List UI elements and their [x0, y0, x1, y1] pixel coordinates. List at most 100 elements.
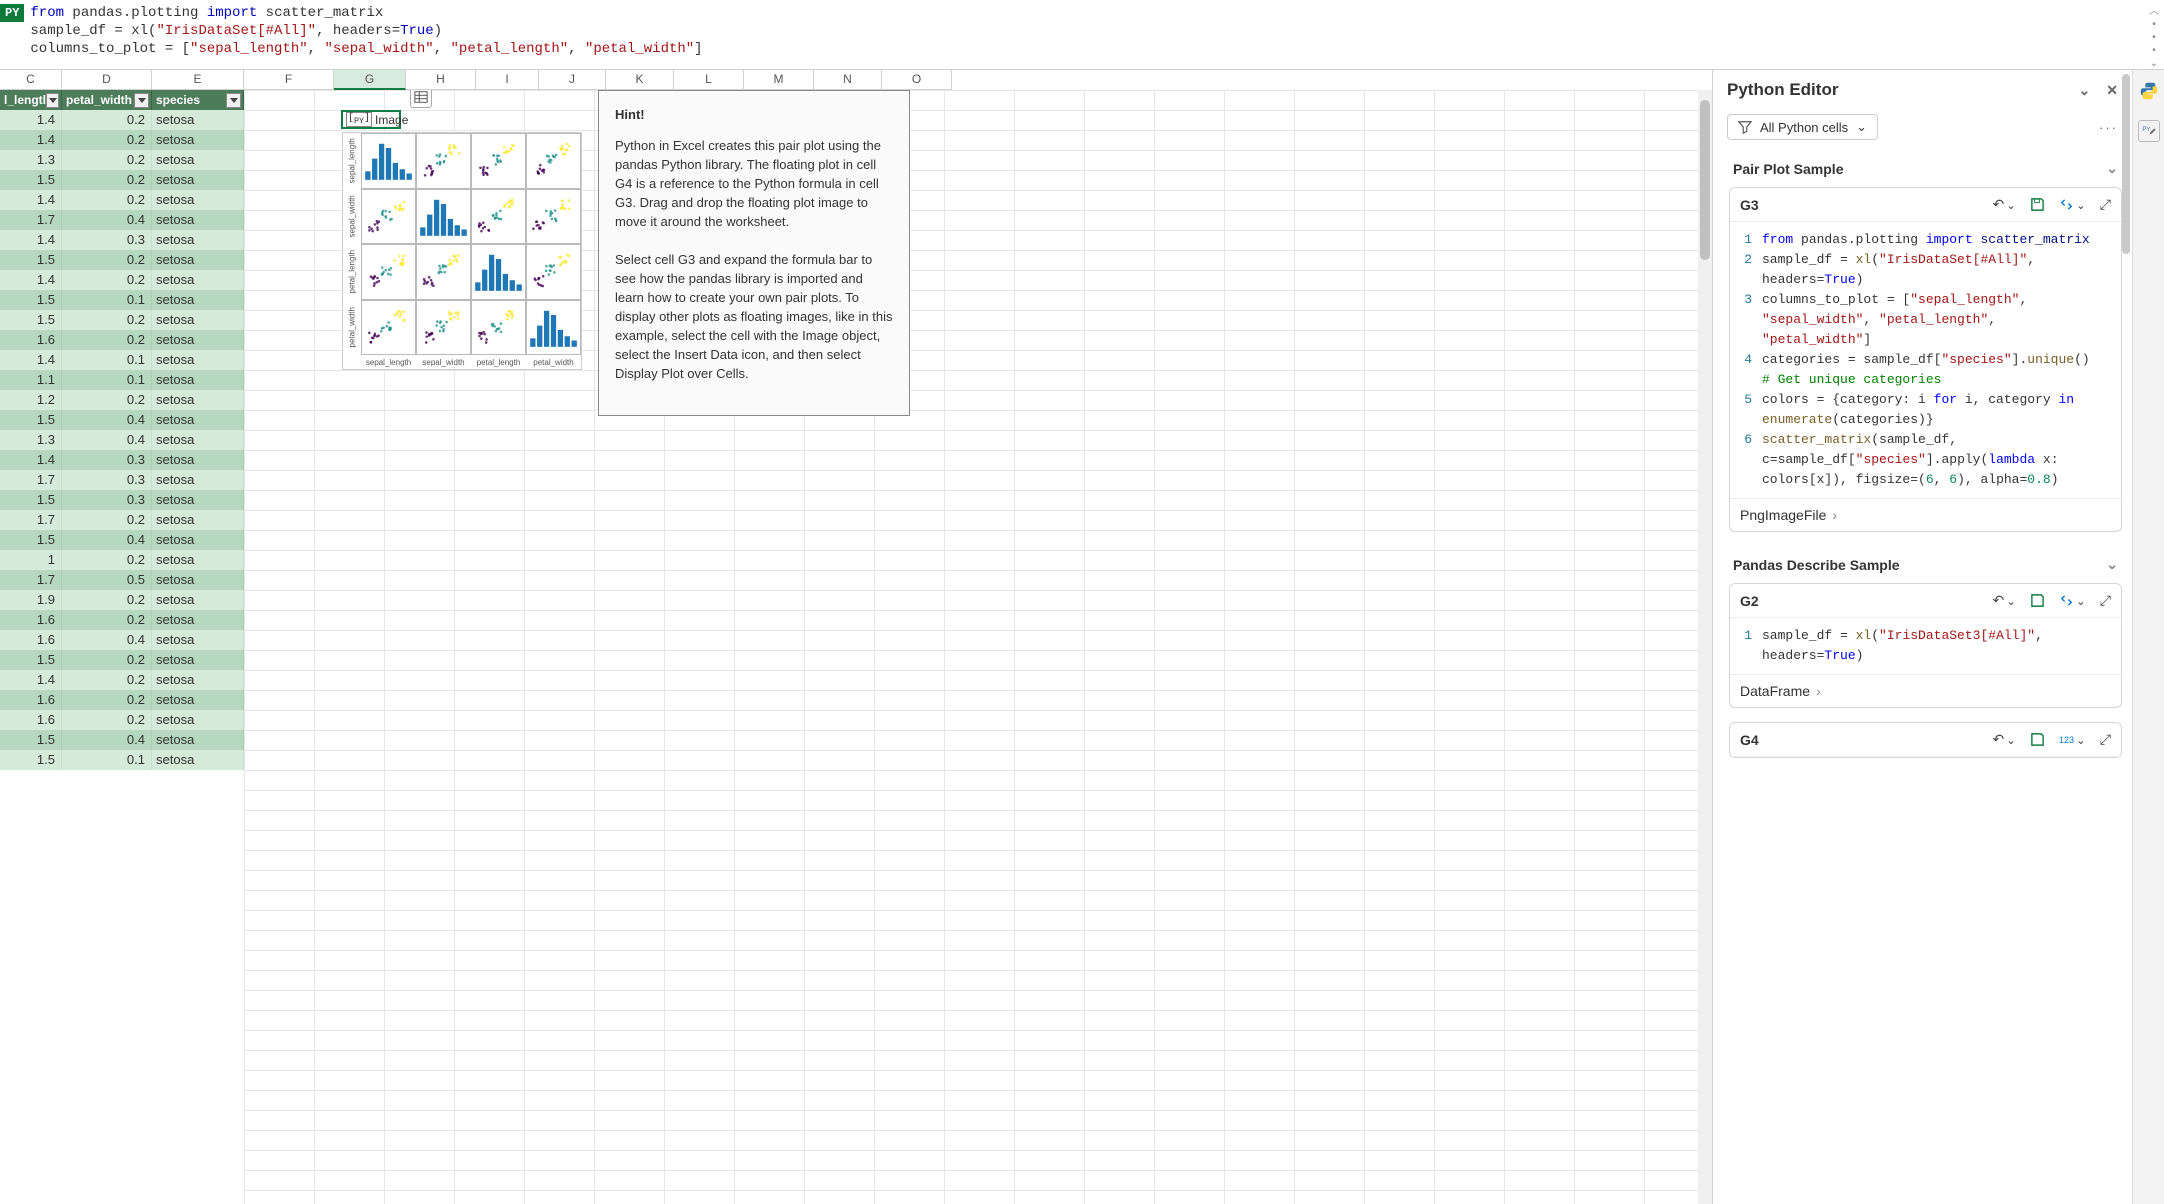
vertical-scrollbar[interactable]: [1698, 90, 1712, 1204]
table-row[interactable]: 1.50.1setosa: [0, 750, 244, 770]
code-editor[interactable]: 1sample_df = xl("IrisDataSet3[#All]", he…: [1730, 618, 2121, 674]
table-row[interactable]: 1.20.2setosa: [0, 390, 244, 410]
table-row[interactable]: 1.60.2setosa: [0, 610, 244, 630]
output-type-button[interactable]: ⌄: [2059, 593, 2086, 608]
panel-scrollbar[interactable]: [2122, 70, 2130, 1204]
more-options-icon[interactable]: ···: [2099, 120, 2118, 135]
table-row[interactable]: 1.50.3setosa: [0, 490, 244, 510]
save-button[interactable]: [2030, 593, 2045, 608]
undo-button[interactable]: ↶⌄: [1992, 731, 2016, 748]
code-card-g3: G3 ↶⌄ ⌄ ⤢ 1from pandas.plotting import s…: [1729, 187, 2122, 532]
table-row[interactable]: 1.60.2setosa: [0, 330, 244, 350]
table-row[interactable]: 10.2setosa: [0, 550, 244, 570]
table-row[interactable]: 1.50.4setosa: [0, 410, 244, 430]
column-header-n[interactable]: N: [814, 70, 882, 90]
scrollbar-thumb[interactable]: [1700, 100, 1710, 260]
table-row[interactable]: 1.40.2setosa: [0, 670, 244, 690]
column-header-l[interactable]: L: [674, 70, 744, 90]
hint-title: Hint!: [615, 105, 893, 124]
table-row[interactable]: 1.50.4setosa: [0, 730, 244, 750]
chevron-down-icon: ⌄: [2106, 160, 2118, 177]
table-row[interactable]: 1.40.2setosa: [0, 130, 244, 150]
python-cell-icon: [PY]: [346, 112, 372, 127]
table-row[interactable]: 1.70.4setosa: [0, 210, 244, 230]
filter-dropdown-icon[interactable]: [46, 93, 59, 108]
section-describe[interactable]: Pandas Describe Sample ⌄: [1729, 546, 2122, 583]
table-row[interactable]: 1.50.2setosa: [0, 170, 244, 190]
table-row[interactable]: 1.60.2setosa: [0, 690, 244, 710]
hint-paragraph-1: Python in Excel creates this pair plot u…: [615, 136, 893, 231]
table-row[interactable]: 1.70.5setosa: [0, 570, 244, 590]
code-editor[interactable]: 1from pandas.plotting import scatter_mat…: [1730, 222, 2121, 498]
section-pair-plot[interactable]: Pair Plot Sample ⌄: [1729, 150, 2122, 187]
undo-button[interactable]: ↶⌄: [1993, 592, 2017, 609]
output-type-button[interactable]: ⌄: [2059, 197, 2086, 212]
code-card-g2: G2 ↶⌄ ⌄ ⤢ 1sample_df = xl("IrisDataSet3[…: [1729, 583, 2122, 708]
column-headers: CDEFGHIJKLMNO: [0, 70, 1712, 90]
table-row[interactable]: 1.50.2setosa: [0, 650, 244, 670]
save-button[interactable]: [2030, 197, 2045, 212]
save-button[interactable]: [2030, 732, 2045, 747]
column-header-i[interactable]: I: [476, 70, 539, 90]
filter-dropdown-icon[interactable]: [226, 93, 241, 108]
collapse-icon[interactable]: ⌄: [2079, 82, 2091, 99]
col-header-petal-width[interactable]: petal_width: [62, 90, 152, 110]
table-row[interactable]: 1.40.3setosa: [0, 450, 244, 470]
column-header-c[interactable]: C: [0, 70, 62, 90]
close-icon[interactable]: ✕: [2106, 82, 2118, 99]
column-header-e[interactable]: E: [152, 70, 244, 90]
table-row[interactable]: 1.30.2setosa: [0, 150, 244, 170]
python-logo-icon[interactable]: [2138, 80, 2160, 102]
chevron-down-icon: ⌄: [2106, 556, 2118, 573]
pair-plot-image[interactable]: sepal_lengthsepal_widthpetal_lengthpetal…: [342, 132, 582, 370]
table-row[interactable]: 1.30.4setosa: [0, 430, 244, 450]
selected-cell-g3[interactable]: [PY] Image: [341, 110, 401, 129]
scrollbar-thumb[interactable]: [2122, 74, 2130, 254]
col-header-petal-length[interactable]: l_lengtl: [0, 90, 62, 110]
expand-button[interactable]: ⤢: [2100, 592, 2111, 609]
table-row[interactable]: 1.50.1setosa: [0, 290, 244, 310]
table-row[interactable]: 1.50.2setosa: [0, 250, 244, 270]
cell-reference: G3: [1740, 197, 1759, 213]
column-header-g[interactable]: G: [334, 70, 406, 90]
table-row[interactable]: 1.40.1setosa: [0, 350, 244, 370]
formula-code[interactable]: from pandas.plotting import scatter_matr…: [30, 0, 2144, 62]
column-header-h[interactable]: H: [406, 70, 476, 90]
expand-button[interactable]: ⤢: [2100, 196, 2111, 213]
table-row[interactable]: 1.50.2setosa: [0, 310, 244, 330]
column-header-d[interactable]: D: [62, 70, 152, 90]
table-row[interactable]: 1.40.2setosa: [0, 110, 244, 130]
table-row[interactable]: 1.90.2setosa: [0, 590, 244, 610]
table-row[interactable]: 1.40.2setosa: [0, 270, 244, 290]
table-row[interactable]: 1.60.4setosa: [0, 630, 244, 650]
table-row[interactable]: 1.50.4setosa: [0, 530, 244, 550]
table-row[interactable]: 1.70.2setosa: [0, 510, 244, 530]
side-rail: PY: [2132, 70, 2164, 1204]
filter-dropdown-icon[interactable]: [134, 93, 149, 108]
cell-reference: G4: [1740, 732, 1759, 748]
output-preview[interactable]: DataFrame ›: [1730, 674, 2121, 707]
column-header-o[interactable]: O: [882, 70, 952, 90]
filter-all-cells[interactable]: All Python cells ⌄: [1727, 114, 1878, 140]
chevron-down-icon: ⌄: [1856, 119, 1867, 135]
insert-data-button[interactable]: [410, 90, 432, 108]
table-row[interactable]: 1.40.2setosa: [0, 190, 244, 210]
spreadsheet-grid[interactable]: CDEFGHIJKLMNO l_lengtl petal_width speci…: [0, 70, 1712, 1204]
edit-python-icon[interactable]: PY: [2138, 120, 2160, 142]
formula-expand[interactable]: ︿•••⌄: [2144, 0, 2164, 69]
table-row[interactable]: 1.60.2setosa: [0, 710, 244, 730]
expand-button[interactable]: ⤢: [2100, 731, 2111, 748]
chevron-right-icon: ›: [1832, 507, 1837, 523]
column-header-f[interactable]: F: [244, 70, 334, 90]
output-type-button[interactable]: 123⌄: [2059, 733, 2086, 747]
table-row[interactable]: 1.70.3setosa: [0, 470, 244, 490]
column-header-k[interactable]: K: [606, 70, 674, 90]
column-header-j[interactable]: J: [539, 70, 606, 90]
hint-text-box: Hint! Python in Excel creates this pair …: [598, 90, 910, 416]
table-row[interactable]: 1.40.3setosa: [0, 230, 244, 250]
col-header-species[interactable]: species: [152, 90, 244, 110]
column-header-m[interactable]: M: [744, 70, 814, 90]
output-preview[interactable]: PngImageFile ›: [1730, 498, 2121, 531]
table-row[interactable]: 1.10.1setosa: [0, 370, 244, 390]
undo-button[interactable]: ↶⌄: [1993, 196, 2017, 213]
